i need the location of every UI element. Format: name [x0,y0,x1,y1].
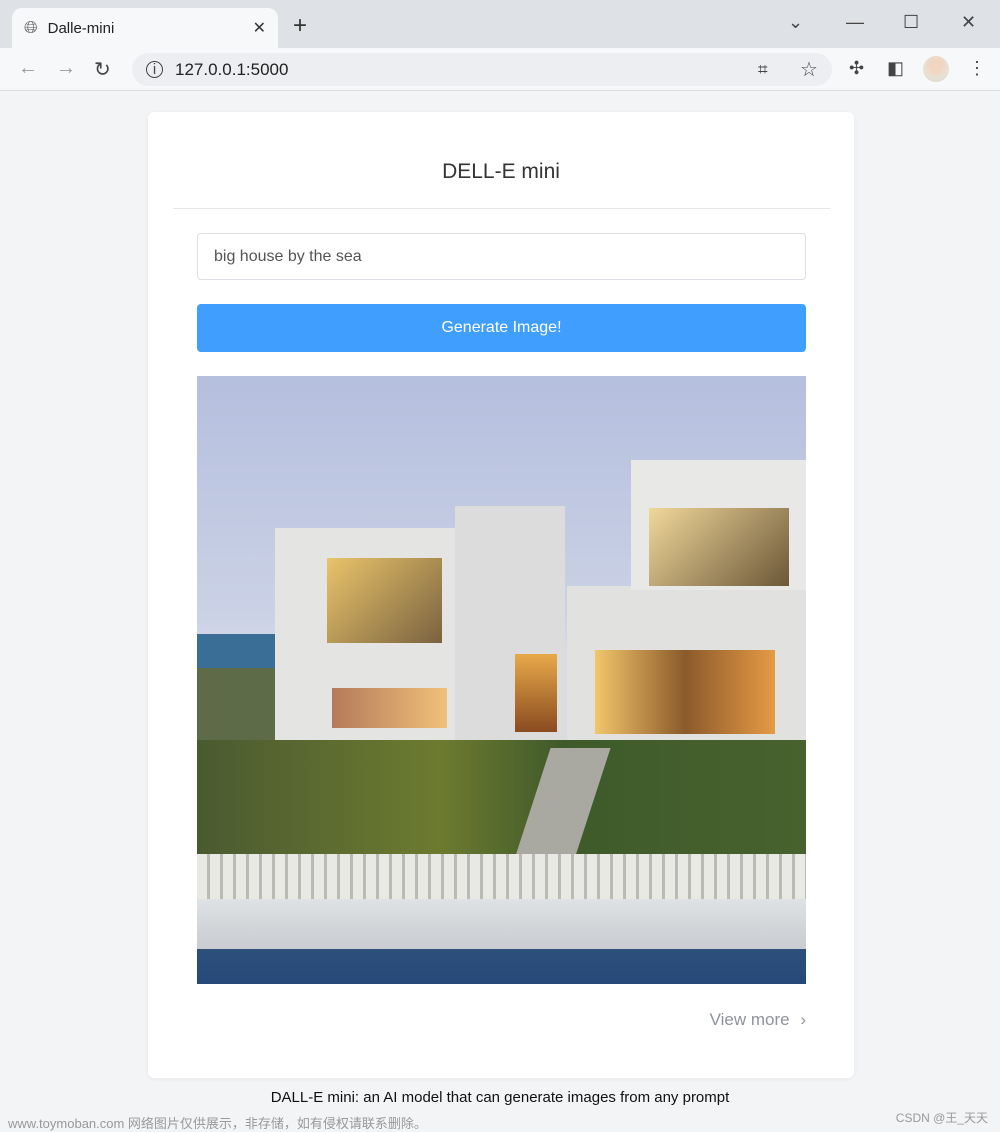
watermark-right: CSDN @王_天天 [895,1111,988,1125]
forward-icon[interactable]: → [56,57,76,80]
divider [173,208,830,209]
close-tab-icon[interactable]: ✕ [253,18,266,38]
tab-search-icon[interactable]: ⌄ [788,12,803,33]
view-more-link[interactable]: View more › [710,1010,806,1030]
bookmark-star-icon[interactable]: ☆ [800,57,818,82]
minimize-icon[interactable]: — [846,12,864,33]
generate-button[interactable]: Generate Image! [197,304,806,352]
tab-title: Dalle-mini [47,19,115,37]
generated-image [197,376,806,984]
address-bar[interactable]: i 127.0.0.1:5000 ⌗ ☆ [132,53,832,86]
reload-icon[interactable]: ↻ [94,57,111,82]
back-icon[interactable]: ← [18,57,38,80]
globe-icon: 🌐︎ [24,18,38,37]
extensions-icon[interactable]: ✣ [849,58,864,79]
page-title: DELL-E mini [442,160,560,183]
footer-caption: DALL-E mini: an AI model that can genera… [270,1089,730,1106]
main-card: DELL-E mini Generate Image! View more › [148,112,854,1078]
tab-bar: 🌐︎ Dalle-mini ✕ + ⌄ — ☐ ✕ [0,0,1000,48]
browser-toolbar: ← → ↻ i 127.0.0.1:5000 ⌗ ☆ ✣ ◧ ⋮ [0,48,1000,91]
url-text: 127.0.0.1:5000 [175,59,289,79]
side-panel-icon[interactable]: ◧ [887,58,904,79]
maximize-icon[interactable]: ☐ [903,12,919,33]
chevron-right-icon: › [800,1010,806,1029]
prompt-input[interactable] [197,233,806,280]
close-window-icon[interactable]: ✕ [961,12,976,33]
new-tab-icon[interactable]: + [293,12,307,40]
watermark-left: www.toymoban.com 网络图片仅供展示，非存储，如有侵权请联系删除。 [8,1116,427,1131]
qr-scan-icon[interactable]: ⌗ [758,60,768,80]
browser-tab[interactable]: 🌐︎ Dalle-mini ✕ [12,8,278,48]
view-more-label: View more [709,1010,790,1029]
profile-avatar[interactable] [923,56,949,82]
menu-icon[interactable]: ⋮ [968,58,986,79]
info-icon: i [146,61,163,78]
